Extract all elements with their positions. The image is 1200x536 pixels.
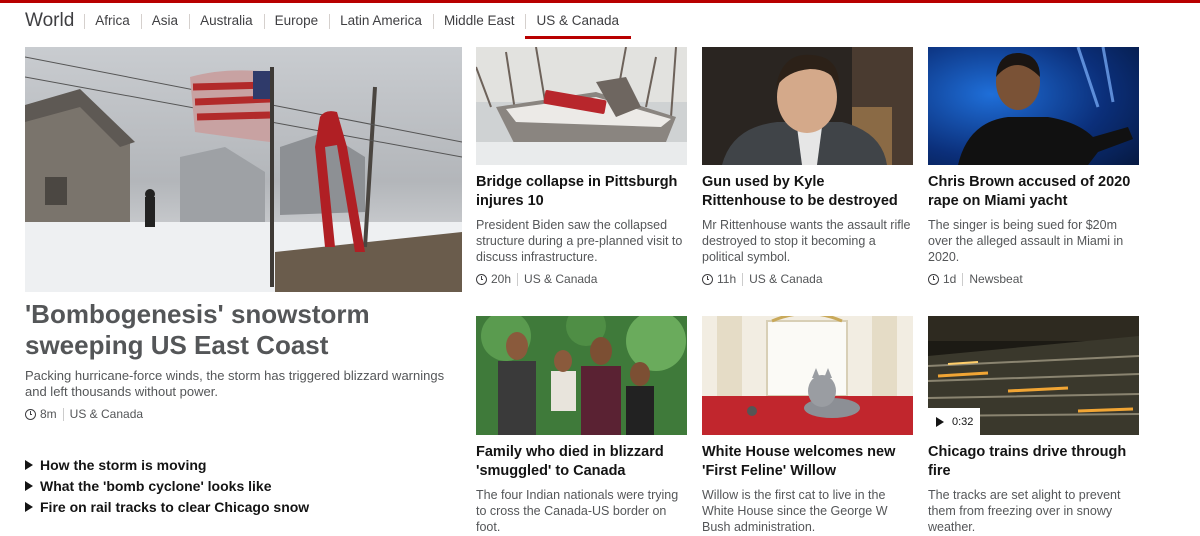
triangle-bullet-icon <box>25 501 33 512</box>
card-tag[interactable]: US & Canada <box>524 272 597 286</box>
video-duration: 0:32 <box>952 415 974 428</box>
card-headline[interactable]: Gun used by Kyle Rittenhouse to be destr… <box>702 173 912 211</box>
card-summary: The four Indian nationals were trying to… <box>476 488 679 534</box>
card-headline[interactable]: Chris Brown accused of 2020 rape on Miam… <box>928 173 1138 211</box>
white-house-cat-image[interactable] <box>702 316 913 435</box>
meta-divider <box>62 407 64 421</box>
lead-story-headline[interactable]: 'Bombogenesis' snowstorm sweeping US Eas… <box>25 299 455 361</box>
section-title[interactable]: World <box>25 7 74 35</box>
related-link-label[interactable]: How the storm is moving <box>40 457 206 473</box>
card-tag[interactable]: US & Canada <box>749 272 822 286</box>
card-summary: The singer is being sued for $20m over t… <box>928 218 1124 264</box>
lead-story-image[interactable] <box>25 47 462 292</box>
rittenhouse-image[interactable] <box>702 47 913 165</box>
nav-item-middle-east[interactable]: Middle East <box>432 7 526 35</box>
card-headline[interactable]: Chicago trains drive through fire <box>928 443 1138 481</box>
card-meta: 1d Newsbeat <box>928 271 1023 287</box>
related-link[interactable]: What the 'bomb cyclone' looks like <box>25 475 309 496</box>
nav-item-africa[interactable]: Africa <box>84 7 141 35</box>
lead-story-time: 8m <box>40 407 57 421</box>
related-link-label[interactable]: Fire on rail tracks to clear Chicago sno… <box>40 499 309 515</box>
meta-divider <box>517 272 519 286</box>
nav-item-latin-america[interactable]: Latin America <box>329 7 433 35</box>
card-summary: The tracks are set alight to prevent the… <box>928 488 1121 534</box>
triangle-bullet-icon <box>25 459 33 470</box>
card-time: 11h <box>717 272 737 286</box>
card-summary: President Biden saw the collapsed struct… <box>476 218 683 264</box>
related-link-label[interactable]: What the 'bomb cyclone' looks like <box>40 478 271 494</box>
lead-story-tag[interactable]: US & Canada <box>70 407 143 421</box>
video-duration-badge[interactable]: 0:32 <box>928 408 980 435</box>
play-icon <box>936 416 944 427</box>
lead-story-summary: Packing hurricane-force winds, the storm… <box>25 368 445 399</box>
card-summary: Willow is the first cat to live in the W… <box>702 488 888 534</box>
card-time: 1d <box>943 272 957 286</box>
section-nav: World Africa Asia Australia Europe Latin… <box>25 6 631 39</box>
card-headline[interactable]: White House welcomes new 'First Feline' … <box>702 443 912 481</box>
card-meta: 20h US & Canada <box>476 271 597 287</box>
nav-item-australia[interactable]: Australia <box>189 7 264 35</box>
clock-icon <box>25 408 36 420</box>
meta-divider <box>742 272 744 286</box>
related-link[interactable]: Fire on rail tracks to clear Chicago sno… <box>25 496 309 517</box>
bridge-collapse-image[interactable] <box>476 47 687 165</box>
triangle-bullet-icon <box>25 480 33 491</box>
clock-icon <box>476 273 487 285</box>
meta-divider <box>962 272 964 286</box>
lead-story-meta: 8m US & Canada <box>25 406 143 422</box>
nav-item-europe[interactable]: Europe <box>263 7 330 35</box>
card-tag[interactable]: Newsbeat <box>969 272 1022 286</box>
card-headline[interactable]: Family who died in blizzard 'smuggled' t… <box>476 443 686 481</box>
related-links: How the storm is moving What the 'bomb c… <box>25 454 309 517</box>
nav-item-us-canada[interactable]: US & Canada <box>525 7 631 39</box>
top-accent-bar <box>0 0 1200 3</box>
card-headline[interactable]: Bridge collapse in Pittsburgh injures 10 <box>476 173 686 211</box>
chris-brown-image[interactable] <box>928 47 1139 165</box>
clock-icon <box>928 273 939 285</box>
card-time: 20h <box>491 272 512 286</box>
clock-icon <box>702 273 713 285</box>
family-image[interactable] <box>476 316 687 435</box>
card-summary: Mr Rittenhouse wants the assault rifle d… <box>702 218 911 264</box>
card-meta: 11h US & Canada <box>702 271 823 287</box>
related-link[interactable]: How the storm is moving <box>25 454 309 475</box>
nav-item-asia[interactable]: Asia <box>140 7 189 35</box>
